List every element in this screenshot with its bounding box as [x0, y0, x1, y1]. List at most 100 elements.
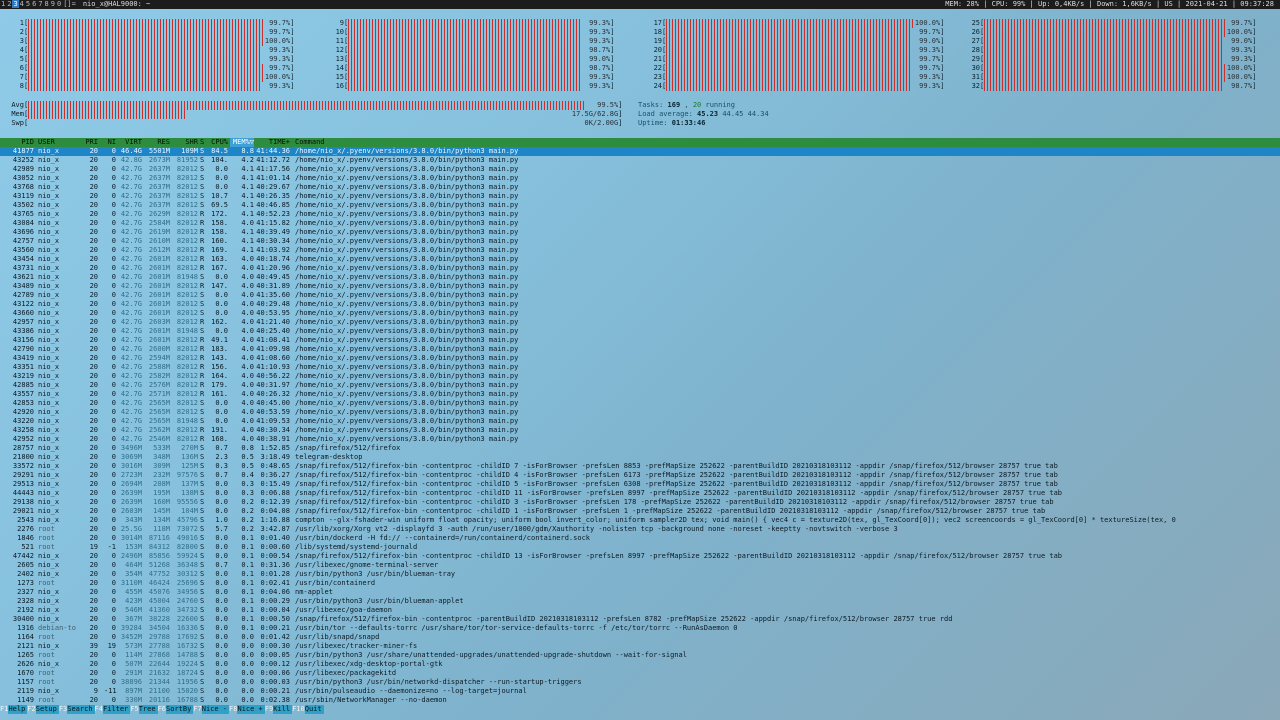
process-row[interactable]: 29513 nio_x 20 0 2694M 208M 137M S 0.0 0.3 0:15.49… — [0, 480, 1280, 489]
fkey-label-filter[interactable]: Filter — [102, 705, 131, 714]
process-row[interactable]: 42957 nio_x 20 0 42.7G 2603M 82012 R 162. 4.0 41:2… — [0, 318, 1280, 327]
fkey-f9[interactable]: F9 — [265, 705, 273, 714]
fkey-f3[interactable]: F3 — [59, 705, 67, 714]
process-row[interactable]: 43731 nio_x 20 0 42.7G 2601M 82012 R 167. 4.0 41:2… — [0, 264, 1280, 273]
fkey-label-search[interactable]: Search — [67, 705, 95, 714]
process-row[interactable]: 44443 nio_x 20 0 2639M 195M 138M S 0.0 0.3 0:06.88… — [0, 489, 1280, 498]
column-header-time+[interactable]: TIME+ — [256, 138, 290, 147]
fkey-label-setup[interactable]: Setup — [35, 705, 59, 714]
process-row[interactable]: 42789 nio_x 20 0 42.7G 2601M 82012 S 0.0 4.0 41:35… — [0, 291, 1280, 300]
column-header-command[interactable]: Command — [295, 138, 1275, 147]
process-row[interactable]: 1149 root 20 0 330M 20116 16788 S 0.0 0.0 0:02.38/… — [0, 696, 1280, 705]
process-row[interactable]: 42885 nio_x 20 0 42.7G 2576M 82012 R 179. 4.0 40:3… — [0, 381, 1280, 390]
process-row[interactable]: 42853 nio_x 20 0 42.7G 2565M 82012 S 0.0 4.0 40:45… — [0, 399, 1280, 408]
process-row[interactable]: 43119 nio_x 20 0 42.7G 2637M 82012 S 10.7 4.1 40:2… — [0, 192, 1280, 201]
process-row[interactable]: 2119 nio_x 9 -11 897M 21100 15020 S 0.0 0.0 0:00.2… — [0, 687, 1280, 696]
process-row[interactable]: 33572 nio_x 20 0 3016M 309M 125M S 0.3 0.5 0:48.65… — [0, 462, 1280, 471]
process-row[interactable]: 43454 nio_x 20 0 42.7G 2601M 82012 R 163. 4.0 40:1… — [0, 255, 1280, 264]
fkey-f2[interactable]: F2 — [27, 705, 35, 714]
process-row[interactable]: 43489 nio_x 20 0 42.7G 2601M 82012 R 147. 4.0 40:3… — [0, 282, 1280, 291]
process-row[interactable]: 21800 nio_x 20 0 3069M 348M 136M S 2.3 0.5 3:18.49… — [0, 453, 1280, 462]
column-header-user[interactable]: USER — [38, 138, 88, 147]
process-row[interactable]: 30400 nio_x 20 0 367M 38228 22600 S 0.0 0.1 0:00.5… — [0, 615, 1280, 624]
process-row[interactable]: 41877 nio_x 20 0 46.4G 5501M 109M S 84.5 8.8 41:44… — [0, 147, 1280, 156]
process-row[interactable]: 43258 nio_x 20 0 42.7G 2562M 82012 R 191. 4.0 40:3… — [0, 426, 1280, 435]
process-row[interactable]: 43252 nio_x 20 0 42.8G 2673M 81952 S 104. 4.2 41:1… — [0, 156, 1280, 165]
process-row[interactable]: 2327 nio_x 20 0 455M 45076 34956 S 0.0 0.1 0:04.06… — [0, 588, 1280, 597]
process-row[interactable]: 42790 nio_x 20 0 42.7G 2600M 82012 R 183. 4.0 41:0… — [0, 345, 1280, 354]
process-row[interactable]: 1846 root 20 0 3014M 87116 49016 S 0.0 0.1 0:01.40… — [0, 534, 1280, 543]
fkey-label-kill[interactable]: Kill — [273, 705, 293, 714]
process-row[interactable]: 43386 nio_x 20 0 42.7G 2601M 81948 S 0.0 4.0 40:25… — [0, 327, 1280, 336]
fkey-label-help[interactable]: Help — [8, 705, 28, 714]
process-row[interactable]: 29138 nio_x 20 0 2639M 160M 95556 S 0.0 0.2 0:12.3… — [0, 498, 1280, 507]
column-header-mem[interactable]: MEM%▽ — [230, 138, 254, 147]
process-row[interactable]: 2192 nio_x 20 0 546M 41360 34732 S 0.0 0.1 0:00.04… — [0, 606, 1280, 615]
fkey-label-sortby[interactable]: SortBy — [166, 705, 194, 714]
process-row[interactable]: 42757 nio_x 20 0 42.7G 2610M 82012 R 160. 4.1 40:3… — [0, 237, 1280, 246]
process-row[interactable]: 43220 nio_x 20 0 42.7G 2565M 81948 S 0.0 4.0 41:09… — [0, 417, 1280, 426]
process-row[interactable]: 1670 root 20 0 291M 21632 18724 S 0.0 0.0 0:00.06/… — [0, 669, 1280, 678]
process-row[interactable]: 43419 nio_x 20 0 42.7G 2594M 82012 R 143. 4.0 41:0… — [0, 354, 1280, 363]
process-row[interactable]: 43351 nio_x 20 0 42.7G 2588M 82012 R 156. 4.0 41:1… — [0, 363, 1280, 372]
process-row[interactable]: 43156 nio_x 20 0 42.7G 2601M 82012 R 49.1 4.0 41:0… — [0, 336, 1280, 345]
process-row[interactable]: 43502 nio_x 20 0 42.7G 2637M 82012 S 69.5 4.1 40:4… — [0, 201, 1280, 210]
fkey-f1[interactable]: F1 — [0, 705, 8, 714]
workspace-8[interactable]: 8 — [44, 0, 50, 8]
process-row[interactable]: 42952 nio_x 20 0 42.7G 2546M 82012 R 168. 4.0 40:3… — [0, 435, 1280, 444]
column-header-cpu[interactable]: CPU% — [206, 138, 228, 147]
fkey-f10[interactable]: F10 — [292, 705, 305, 714]
process-list[interactable]: 41877 nio_x 20 0 46.4G 5501M 109M S 84.5 8.8 41:44… — [0, 147, 1280, 705]
process-row[interactable]: 42920 nio_x 20 0 42.7G 2565M 82012 S 0.0 4.0 40:53… — [0, 408, 1280, 417]
fkey-f5[interactable]: F5 — [130, 705, 138, 714]
workspace-7[interactable]: 7 — [37, 0, 43, 8]
process-pid: 43454 — [12, 255, 34, 263]
fkey-label-quit[interactable]: Quit — [304, 705, 324, 714]
fkey-f7[interactable]: F7 — [193, 705, 201, 714]
process-row[interactable]: 28757 nio_x 20 0 3496M 533M 270M S 0.7 0.8 1:52.85… — [0, 444, 1280, 453]
process-row[interactable]: 43765 nio_x 20 0 42.7G 2629M 82012 R 172. 4.1 40:5… — [0, 210, 1280, 219]
process-row[interactable]: 43621 nio_x 20 0 42.7G 2601M 81948 S 0.0 4.0 40:49… — [0, 273, 1280, 282]
column-header-virt[interactable]: VIRT — [118, 138, 142, 147]
fkey-f6[interactable]: F6 — [158, 705, 166, 714]
column-header-res[interactable]: RES — [144, 138, 170, 147]
fkey-label-tree[interactable]: Tree — [138, 705, 158, 714]
process-row[interactable]: 521 root 19 -1 153M 84312 82800 S 0.0 0.1 0:00.60/… — [0, 543, 1280, 552]
process-row[interactable]: 2276 root 20 0 25.5G 118M 73072 S 5.7 0.2 3:42.87/… — [0, 525, 1280, 534]
process-row[interactable]: 43052 nio_x 20 0 42.7G 2637M 82012 S 0.0 4.1 41:01… — [0, 174, 1280, 183]
column-header-shr[interactable]: SHR — [172, 138, 198, 147]
column-header-pid[interactable]: PID — [4, 138, 34, 147]
process-row[interactable]: 1265 root 20 0 114M 27868 14788 S 0.0 0.0 0:00.05/… — [0, 651, 1280, 660]
process-row[interactable]: 29021 nio_x 20 0 2603M 145M 104M S 0.0 0.2 0:04.08… — [0, 507, 1280, 516]
process-row[interactable]: 43768 nio_x 20 0 42.7G 2637M 82012 S 0.0 4.1 40:29… — [0, 183, 1280, 192]
column-header-pri[interactable]: PRI — [84, 138, 98, 147]
process-row[interactable]: 43560 nio_x 20 0 42.7G 2612M 82012 R 169. 4.1 41:0… — [0, 246, 1280, 255]
process-row[interactable]: 42989 nio_x 20 0 42.7G 2637M 82012 S 0.0 4.1 41:17… — [0, 165, 1280, 174]
process-row[interactable]: 43660 nio_x 20 0 42.7G 2601M 82012 S 0.0 4.0 40:53… — [0, 309, 1280, 318]
process-row[interactable]: 2626 nio_x 20 0 507M 22644 19224 S 0.0 0.0 0:00.12… — [0, 660, 1280, 669]
process-row[interactable]: 47442 nio_x 20 0 2496M 85856 59924 S 0.0 0.1 0:00.… — [0, 552, 1280, 561]
fkey-f8[interactable]: F8 — [229, 705, 237, 714]
workspace-3[interactable]: 3 — [12, 0, 19, 8]
process-row[interactable]: 2121 nio_x 39 19 573M 27788 16732 S 0.0 0.0 0:00.3… — [0, 642, 1280, 651]
process-row[interactable]: 43696 nio_x 20 0 42.7G 2619M 82012 R 158. 4.1 40:3… — [0, 228, 1280, 237]
process-row[interactable]: 2543 nio_x 20 0 343M 134M 45796 S 1.0 0.2 1:16.88 c… — [0, 516, 1280, 525]
fkey-f4[interactable]: F4 — [95, 705, 103, 714]
process-row[interactable]: 2605 nio_x 20 0 464M 51268 36348 S 0.7 0.1 0:31.36… — [0, 561, 1280, 570]
workspace-11[interactable]: []= — [62, 0, 77, 8]
process-row[interactable]: 43084 nio_x 20 0 42.7G 2584M 82012 R 158. 4.0 41:1… — [0, 219, 1280, 228]
fkey-label-nice[interactable]: Nice - — [201, 705, 230, 714]
process-row[interactable]: 43219 nio_x 20 0 42.7G 2582M 82012 R 164. 4.0 40:5… — [0, 372, 1280, 381]
workspace-4[interactable]: 4 — [19, 0, 25, 8]
process-row[interactable]: 1273 root 20 0 3110M 46424 25696 S 0.0 0.1 0:02.41… — [0, 579, 1280, 588]
process-row[interactable]: 1157 root 20 0 38896 21344 11956 S 0.0 0.0 0:00.03… — [0, 678, 1280, 687]
process-row[interactable]: 1316 debian-to 20 0 39284 34504 16336 S 0.0 0.1 0:… — [0, 624, 1280, 633]
process-row[interactable]: 1164 root 20 0 3452M 29788 17692 S 0.0 0.0 0:01.42… — [0, 633, 1280, 642]
process-row[interactable]: 2328 nio_x 20 0 423M 45004 24760 S 0.0 0.1 0:00.29… — [0, 597, 1280, 606]
column-header-ni[interactable]: NI — [104, 138, 116, 147]
process-row[interactable]: 43557 nio_x 20 0 42.7G 2571M 82012 R 161. 4.0 40:2… — [0, 390, 1280, 399]
process-row[interactable]: 43122 nio_x 20 0 42.7G 2601M 82012 S 0.0 4.0 40:29… — [0, 300, 1280, 309]
process-row[interactable]: 29291 nio_x 20 0 2723M 232M 97576 S 0.7 0.4 0:36.2… — [0, 471, 1280, 480]
fkey-label-nice[interactable]: Nice + — [237, 705, 265, 714]
process-row[interactable]: 2402 nio_x 20 0 354M 47752 30312 S 0.0 0.1 0:01.28… — [0, 570, 1280, 579]
